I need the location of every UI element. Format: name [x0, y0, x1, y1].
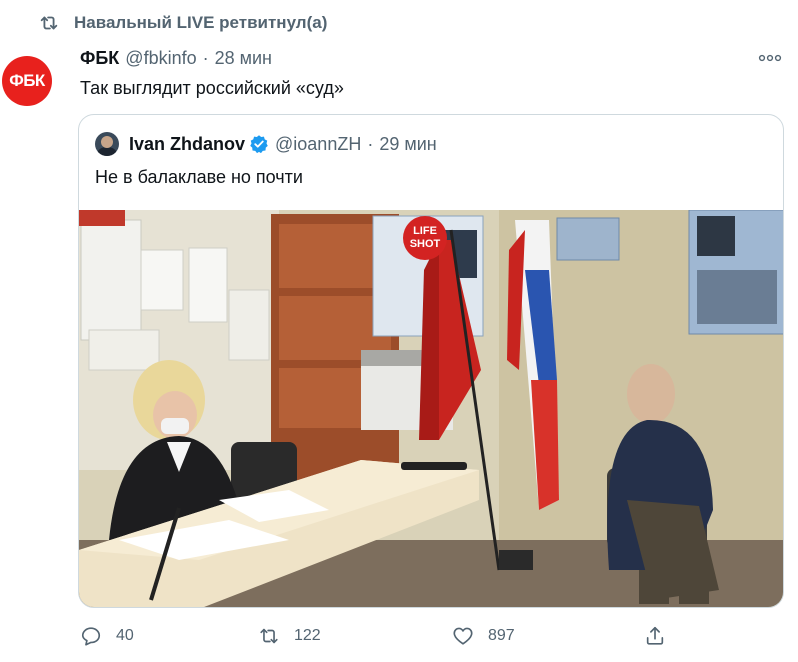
reply-icon	[81, 627, 101, 646]
quoted-header: Ivan Zhdanov @ioannZH · 29 мин	[95, 131, 437, 157]
quoted-timestamp: 29 мин	[379, 133, 437, 154]
author-handle[interactable]: @fbkinfo	[125, 48, 196, 69]
share-icon	[646, 626, 664, 645]
retweet-button[interactable]: 122	[258, 620, 321, 652]
like-icon	[453, 627, 473, 645]
verified-icon	[250, 135, 268, 154]
retweet-context[interactable]: Навальный LIVE ретвитнул(а)	[38, 10, 327, 36]
avatar-text: ФБК	[9, 71, 45, 90]
photo-illustration: LIFE SHOT	[79, 210, 783, 607]
quoted-author-handle: @ioannZH	[275, 133, 362, 154]
tweet-text: Так выглядит российский «суд»	[80, 78, 344, 98]
svg-text:LIFE: LIFE	[413, 225, 437, 237]
share-button[interactable]	[644, 620, 680, 652]
action-bar: 40 122 897	[0, 620, 798, 652]
retweet-icon	[40, 16, 58, 30]
separator-dot: ·	[202, 47, 209, 68]
timestamp[interactable]: 28 мин	[215, 48, 272, 69]
quoted-tweet[interactable]: Ivan Zhdanov @ioannZH · 29 мин Не в бала…	[78, 114, 784, 608]
svg-text:SHOT: SHOT	[410, 238, 441, 250]
reply-button[interactable]: 40	[80, 620, 134, 652]
like-count: 897	[488, 627, 515, 644]
quoted-avatar	[95, 132, 119, 156]
quoted-text: Не в балаклаве но почти	[95, 167, 303, 187]
avatar[interactable]: ФБК	[2, 56, 52, 106]
more-icon	[758, 54, 782, 62]
retweet-icon	[260, 628, 278, 644]
more-button[interactable]	[756, 48, 784, 68]
author-name[interactable]: ФБК	[80, 48, 119, 69]
reply-count: 40	[116, 627, 134, 644]
courtroom-photo[interactable]: LIFE SHOT	[79, 210, 783, 607]
quoted-author-name: Ivan Zhdanov	[129, 133, 246, 154]
tweet-header: ФБК @fbkinfo · 28 мин	[80, 46, 272, 70]
retweet-label: Навальный LIVE ретвитнул(а)	[74, 13, 328, 32]
quoted-separator-dot: ·	[367, 133, 374, 154]
like-button[interactable]: 897	[452, 620, 515, 652]
retweet-count: 122	[294, 627, 321, 644]
